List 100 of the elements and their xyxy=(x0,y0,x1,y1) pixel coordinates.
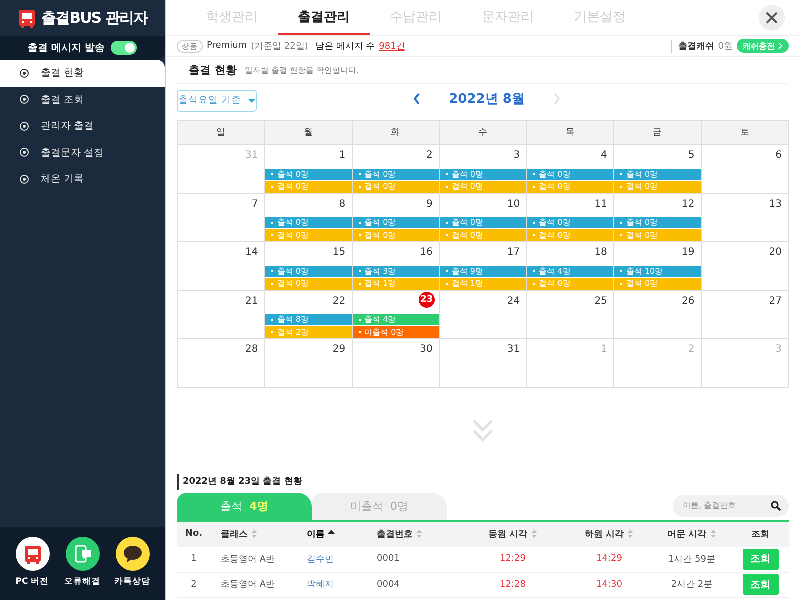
nav-tab[interactable]: 출결관리 xyxy=(278,0,370,35)
previous-month-button[interactable] xyxy=(413,93,421,105)
attendance-bar[interactable]: 출석 0명 xyxy=(440,168,526,180)
calendar-day[interactable]: 24 xyxy=(440,290,528,339)
radio-icon xyxy=(20,95,29,104)
calendar-day[interactable]: 4 출석 0명 결석 0명 xyxy=(527,145,614,194)
calendar-day[interactable]: 26 xyxy=(614,290,702,339)
day-number: 5 xyxy=(688,149,695,163)
calendar-day[interactable]: 20 xyxy=(702,242,789,290)
attendance-bar[interactable]: 출석 0명 xyxy=(265,266,352,278)
weekday-header: 월 xyxy=(265,121,353,145)
toggle-label: 출결 메시지 발송 xyxy=(28,42,105,55)
student-name-link[interactable]: 김수민 xyxy=(297,546,367,572)
calendar-day[interactable]: 17 출석 9명 결석 1명 xyxy=(440,242,528,290)
day-number: 22 xyxy=(332,294,346,308)
calendar-day[interactable]: 10 출석 0명 결석 0명 xyxy=(440,194,528,242)
attendance-bar[interactable]: 출석 4명 xyxy=(527,266,614,278)
day-number: 30 xyxy=(420,343,433,357)
attendance-bar[interactable]: 출석 0명 xyxy=(265,168,352,180)
calendar-day[interactable]: 28 xyxy=(178,339,266,388)
close-button[interactable] xyxy=(759,5,785,31)
radio-icon xyxy=(20,174,29,184)
calendar-day[interactable]: 29 xyxy=(265,339,353,388)
month-title: 2022년 8월 xyxy=(449,91,525,108)
status-tab[interactable]: 미출석 0명 xyxy=(312,492,447,520)
day-number: 6 xyxy=(776,149,782,163)
day-number: 11 xyxy=(594,198,608,212)
attendance-bar[interactable]: 출석 9명 xyxy=(440,266,526,278)
today-badge: 23 xyxy=(418,292,435,308)
shortcut-button[interactable]: PC 버전 xyxy=(14,537,52,600)
radio-icon xyxy=(20,122,29,131)
calendar-day[interactable]: 5 출석 0명 결석 0명 xyxy=(614,145,702,194)
student-name-link[interactable]: 박혜지 xyxy=(297,572,367,598)
section-subtitle: 일자별 출결 현황을 확인합니다. xyxy=(244,64,360,76)
toggle-switch[interactable] xyxy=(110,41,137,55)
calendar-day[interactable]: 1 출석 0명 결석 0명 xyxy=(265,145,353,194)
day-number: 25 xyxy=(594,294,608,308)
attendance-bar[interactable]: 출석 0명 xyxy=(527,168,614,180)
attendance-bar[interactable]: 출석 4명 xyxy=(352,314,439,326)
radio-icon xyxy=(20,148,29,158)
view-button[interactable]: 조회 xyxy=(742,574,778,596)
day-number: 19 xyxy=(682,246,695,260)
attendance-bar[interactable]: 출석 0명 xyxy=(527,217,614,229)
app-title: 출결BUS 관리자 xyxy=(42,8,148,28)
calendar-day[interactable]: 2 출석 0명 결석 0명 xyxy=(352,145,440,194)
calendar-day[interactable]: 8 출석 0명 결석 0명 xyxy=(265,194,353,242)
calendar-day[interactable]: 11 출석 0명 결석 0명 xyxy=(527,194,614,242)
calendar-day[interactable]: 16 출석 3명 결석 1명 xyxy=(352,242,440,290)
calendar-day[interactable]: 13 xyxy=(702,194,789,242)
day-number: 20 xyxy=(769,246,782,260)
section-title: 출결 현황 xyxy=(189,62,237,78)
calendar-day[interactable]: 2 xyxy=(614,339,702,388)
calendar-day[interactable]: 18 출석 4명 결석 0명 xyxy=(527,242,614,290)
speech-bubble-icon xyxy=(122,544,142,564)
table-cell: 12:29 xyxy=(459,546,567,572)
close-icon xyxy=(765,11,779,25)
day-number: 21 xyxy=(246,294,258,308)
table-cell: 12:28 xyxy=(459,572,567,598)
calendar-day[interactable]: 9 출석 0명 결석 0명 xyxy=(352,194,440,242)
calendar-day[interactable]: 6 xyxy=(702,145,789,194)
table-cell: 초등영어 A반 xyxy=(211,572,297,598)
calendar-day[interactable]: 3 출석 0명 결석 0명 xyxy=(440,145,528,194)
attendance-bar[interactable]: 출석 0명 xyxy=(614,217,701,229)
day-number: 13 xyxy=(769,198,782,212)
view-button[interactable]: 조회 xyxy=(742,548,778,570)
attendance-bar[interactable]: 출석 0명 xyxy=(440,217,526,229)
shortcut-button[interactable]: 카톡상담 xyxy=(114,537,152,600)
calendar-day[interactable]: 3 xyxy=(702,339,789,388)
shortcut-button[interactable]: 오류해결 xyxy=(64,537,102,600)
day-number: 2 xyxy=(688,343,695,357)
phone-chat-icon xyxy=(72,544,92,564)
sort-icon xyxy=(530,529,538,539)
calendar-day[interactable]: 19 출석 10명 결석 0명 xyxy=(614,242,702,290)
attendance-bar[interactable]: 출석 10명 xyxy=(614,266,701,278)
attendance-bar[interactable]: 출석 0명 xyxy=(614,168,701,180)
column-header: No. xyxy=(185,529,203,539)
bus-icon xyxy=(18,8,36,28)
calendar-day[interactable]: 27 xyxy=(702,290,789,339)
calendar-day[interactable]: 15 출석 0명 결석 0명 xyxy=(265,242,353,290)
day-number: 14 xyxy=(246,246,258,260)
calendar-day[interactable]: 25 xyxy=(527,290,614,339)
calendar-day[interactable]: 30 xyxy=(352,339,440,388)
calendar-day[interactable]: 1 xyxy=(527,339,614,388)
filter-dropdown[interactable]: 출석요일 기준 xyxy=(177,90,257,112)
attendance-bar[interactable]: 출석 3명 xyxy=(352,266,439,278)
day-number: 2 xyxy=(426,149,433,163)
search-field[interactable]: 이름, 출결번호 xyxy=(673,494,789,516)
attendance-bar[interactable]: 출석 0명 xyxy=(265,217,352,229)
attendance-bar[interactable]: 출석 8명 xyxy=(265,314,352,326)
calendar-day[interactable]: 12 출석 0명 결석 0명 xyxy=(614,194,702,242)
remaining-link[interactable]: 981건 xyxy=(379,40,406,52)
calendar-day[interactable]: 31 xyxy=(440,339,528,388)
menu-item[interactable]: 출결 현황 xyxy=(0,60,165,86)
attendance-bar[interactable]: 출석 0명 xyxy=(352,217,439,229)
calendar-day[interactable]: 23 출석 4명 미출석 0명 xyxy=(352,290,440,339)
table-cell: 2 xyxy=(177,572,211,598)
calendar-day[interactable]: 22 출석 8명 결석 2명 xyxy=(265,290,353,339)
attendance-bar[interactable]: 미출석 0명 xyxy=(352,326,439,338)
attendance-bar[interactable]: 출석 0명 xyxy=(352,168,439,180)
status-tab[interactable]: 출석 4명 xyxy=(177,492,312,520)
